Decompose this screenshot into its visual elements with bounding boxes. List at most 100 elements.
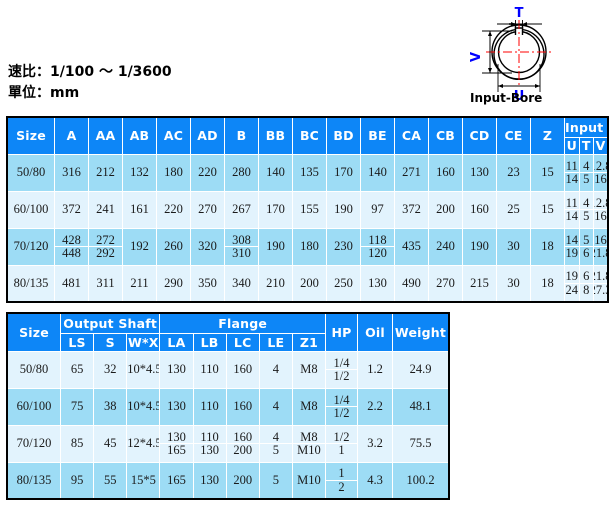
header-ls: LS: [59, 332, 95, 352]
header-wx: W*X: [126, 332, 161, 352]
cell-hp: 1/4 1/2: [325, 387, 358, 426]
stacked-value: 5: [583, 172, 590, 186]
cell-hp: 12: [325, 461, 358, 500]
cell-size: 50/80: [6, 350, 61, 389]
cell-wx: 15*5: [126, 461, 161, 500]
cell-size: 70/120: [6, 227, 55, 266]
cell-oil: 3.2: [357, 424, 393, 463]
cell-ad: 320: [190, 227, 225, 266]
cell-a: 372: [54, 190, 89, 229]
cell-lb: 130: [192, 461, 227, 500]
u-arrowhead-left: [498, 84, 503, 88]
cell-ad: 350: [190, 264, 225, 303]
stacked-value: 160: [227, 430, 259, 444]
header-aa: AA: [88, 116, 123, 155]
cell-bore-t: 68: [578, 264, 594, 303]
cell-ab: 161: [122, 190, 157, 229]
cell-bore-t: 45: [578, 153, 594, 192]
spec-title-block: 速比：1/100 ～ 1/3600 單位：mm: [8, 62, 172, 104]
cell-bc: 135: [292, 153, 327, 192]
cell-bd: 230: [326, 227, 361, 266]
table-row: 50/80 316 212 132 180 220 280 140 135 170 140 271 16…: [6, 153, 609, 192]
stacked-value: 310: [232, 246, 251, 260]
stacked-value: 4: [260, 430, 292, 444]
header-weight: Weight: [392, 312, 450, 352]
header-input-bore-group: Input Bore: [564, 116, 609, 138]
stacked-values: 56: [579, 233, 593, 260]
cell-ce: 30: [496, 227, 531, 266]
cell-ls: 75: [59, 387, 95, 426]
stacked-value: 6: [583, 246, 590, 260]
stacked-value: 14: [565, 172, 579, 186]
cell-bb: 170: [258, 190, 293, 229]
stacked-values: 14 19: [565, 233, 579, 260]
stacked-value: M8: [293, 430, 325, 444]
cell-z: 15: [530, 153, 565, 192]
cell-b: 280: [224, 153, 259, 192]
shaft-table-body: 50/80 65 32 10*4.5 130 110 160 4 M8 1/4 1/2 1.2 24.9…: [6, 350, 450, 500]
cell-aa: 212: [88, 153, 123, 192]
cell-z: 15: [530, 190, 565, 229]
stacked-values: 11 14: [565, 196, 579, 223]
cell-hp: 1/4 1/2: [325, 350, 358, 389]
cell-be: 97: [360, 190, 395, 229]
cell-bore-u: 11 14: [564, 190, 580, 229]
cell-be: 140: [360, 153, 395, 192]
stacked-value: 130: [200, 443, 219, 457]
stacked-value: 1/4: [326, 356, 357, 370]
stacked-value: 16: [594, 172, 607, 186]
v-arrowhead-top: [488, 31, 492, 36]
cell-ce: 30: [496, 264, 531, 303]
v-arrowhead-bottom: [488, 68, 492, 73]
cell-a: 481: [54, 264, 89, 303]
cell-be: 118 120: [360, 227, 395, 266]
cell-s: 55: [93, 461, 128, 500]
stacked-values: 130 165: [160, 430, 192, 457]
stacked-value: 1: [326, 467, 357, 481]
cell-weight: 100.2: [392, 461, 450, 500]
cell-la: 130: [159, 350, 194, 389]
table-header-row-1: Size A AA AB AC AD B BB BC BD BE CA CB C…: [6, 116, 609, 155]
cell-cb: 270: [428, 264, 463, 303]
header-be: BE: [360, 116, 395, 155]
cell-a: 316: [54, 153, 89, 192]
cell-ls: 65: [59, 350, 95, 389]
cell-s: 45: [93, 424, 128, 463]
cell-bc: 180: [292, 227, 327, 266]
shaft-header-row-1: Size Output Shaft Flange HP Oil Weight: [6, 312, 450, 352]
header-lc: LC: [225, 332, 260, 352]
stacked-values: 19 24: [565, 270, 579, 296]
cell-la: 130: [159, 387, 194, 426]
cell-ls: 95: [59, 461, 95, 500]
cell-wx: 12*4.5: [126, 424, 161, 463]
cell-bd: 170: [326, 153, 361, 192]
cell-lc: 160: [225, 350, 260, 389]
cell-size: 80/135: [6, 461, 61, 500]
stacked-values: 68: [579, 270, 593, 296]
cell-bore-t: 45: [578, 190, 594, 229]
stacked-values: 272 292: [89, 233, 122, 260]
cell-ce: 25: [496, 190, 531, 229]
cell-oil: 1.2: [357, 350, 393, 389]
cell-be: 130: [360, 264, 395, 303]
stacked-value: 110: [194, 430, 226, 444]
cell-aa: 272 292: [88, 227, 123, 266]
stacked-value: 5: [272, 443, 279, 457]
cell-a: 428 448: [54, 227, 89, 266]
stacked-value: 2: [338, 479, 345, 494]
cell-bb: 140: [258, 153, 293, 192]
cell-cd: 130: [462, 153, 497, 192]
stacked-value: 5: [583, 209, 590, 223]
cell-s: 38: [93, 387, 128, 426]
cell-size: 70/120: [6, 424, 61, 463]
cell-bore-v: 1621.8: [593, 227, 609, 266]
stacked-values: 160 200: [227, 430, 259, 457]
cell-bore-v: 21.827.3: [593, 264, 609, 303]
cell-wx: 10*4.5: [126, 387, 161, 426]
stacked-values: 45: [579, 159, 593, 186]
cell-bore-t: 56: [578, 227, 594, 266]
table-row: 60/100 75 38 10*4.5 130 110 160 4 M8 1/4 1/2 2.2 48.…: [6, 387, 450, 426]
stacked-values: 21.827.3: [594, 270, 607, 296]
cell-b: 340: [224, 264, 259, 303]
stacked-value: 118: [361, 233, 394, 247]
